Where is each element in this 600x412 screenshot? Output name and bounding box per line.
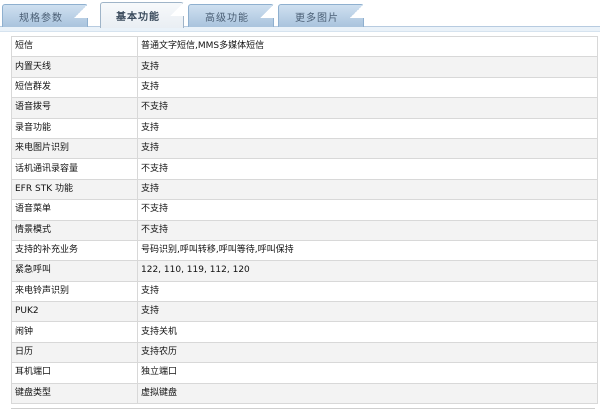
table-row: PUK2 支持 [11,301,598,323]
spec-value: 支持 [137,56,598,78]
spec-key: PUK2 [11,301,138,323]
table-row: 短信 普通文字短信,MMS多媒体短信 [11,35,598,58]
spec-value: 支持 [137,137,598,160]
tab-corner-decoration [260,4,274,18]
spec-value: 122, 110, 119, 112, 120 [137,260,598,282]
spec-key: 录音功能 [11,117,138,139]
tab-corner-decoration [170,2,184,16]
spec-table: 短信 普通文字短信,MMS多媒体短信 内置天线 支持 短信群发 支持 语音拨号 不支持 … [11,35,598,405]
table-row: 键盘类型 虚拟键盘 [11,382,598,405]
tab-bar: 规格参数 基本功能 高级功能 更多图片 [0,0,600,32]
tab-basic-features[interactable]: 基本功能 [100,2,184,28]
table-row: 来电铃声识别 支持 [11,280,598,303]
spec-value: 支持农历 [137,341,598,364]
table-row: 情景模式 不支持 [11,219,598,241]
spec-value: 独立端口 [137,362,598,384]
table-row: 录音功能 支持 [11,117,598,139]
table-row: 语音菜单 不支持 [11,199,598,221]
spec-key: 语音拨号 [11,97,138,119]
tab-specs[interactable]: 规格参数 [2,4,88,27]
table-row: 话机通讯录容量 不支持 [11,158,598,180]
spec-key: 情景模式 [11,219,138,241]
spec-value: 不支持 [137,97,598,119]
spec-value: 支持关机 [137,321,598,343]
spec-key: 短信群发 [11,76,138,99]
tab-label: 基本功能 [116,12,160,23]
tab-label: 更多图片 [295,12,339,24]
table-row: 紧急呼叫 122, 110, 119, 112, 120 [11,260,598,282]
spec-key: 话机通讯录容量 [11,158,138,180]
tab-corner-decoration [350,4,364,18]
table-row: 内置天线 支持 [11,56,598,78]
spec-value: 号码识别,呼叫转移,呼叫等待,呼叫保持 [137,239,598,262]
tab-corner-decoration [74,4,88,18]
tab-advanced-features[interactable]: 高级功能 [188,4,274,27]
table-bottom-edge [11,408,595,409]
spec-value: 支持 [137,280,598,303]
spec-key: 来电图片识别 [11,137,138,160]
spec-value: 支持 [137,301,598,323]
spec-key: 来电铃声识别 [11,280,138,303]
tab-label: 规格参数 [19,12,63,24]
table-row: 支持的补充业务 号码识别,呼叫转移,呼叫等待,呼叫保持 [11,239,598,262]
spec-value: 不支持 [137,199,598,221]
spec-value: 支持 [137,178,598,201]
spec-key: 语音菜单 [11,199,138,221]
table-row: 闹钟 支持关机 [11,321,598,343]
table-row: 日历 支持农历 [11,341,598,364]
spec-value: 支持 [137,76,598,99]
spec-key: 闹钟 [11,321,138,343]
table-row: 语音拨号 不支持 [11,97,598,119]
spec-key: 耳机端口 [11,362,138,384]
spec-key: 日历 [11,341,138,364]
spec-key: 内置天线 [11,56,138,78]
tab-more-pictures[interactable]: 更多图片 [278,4,364,27]
spec-value: 虚拟键盘 [137,382,598,405]
spec-key: 紧急呼叫 [11,260,138,282]
table-row: 耳机端口 独立端口 [11,362,598,384]
spec-value: 不支持 [137,219,598,241]
spec-key: EFR STK 功能 [11,178,138,201]
spec-key: 支持的补充业务 [11,239,138,262]
spec-value: 不支持 [137,158,598,180]
spec-value: 支持 [137,117,598,139]
table-row: EFR STK 功能 支持 [11,178,598,201]
spec-value: 普通文字短信,MMS多媒体短信 [137,35,598,58]
spec-key: 短信 [11,35,138,58]
table-row: 短信群发 支持 [11,76,598,99]
spec-key: 键盘类型 [11,382,138,405]
tab-label: 高级功能 [205,12,249,24]
table-row: 来电图片识别 支持 [11,137,598,160]
